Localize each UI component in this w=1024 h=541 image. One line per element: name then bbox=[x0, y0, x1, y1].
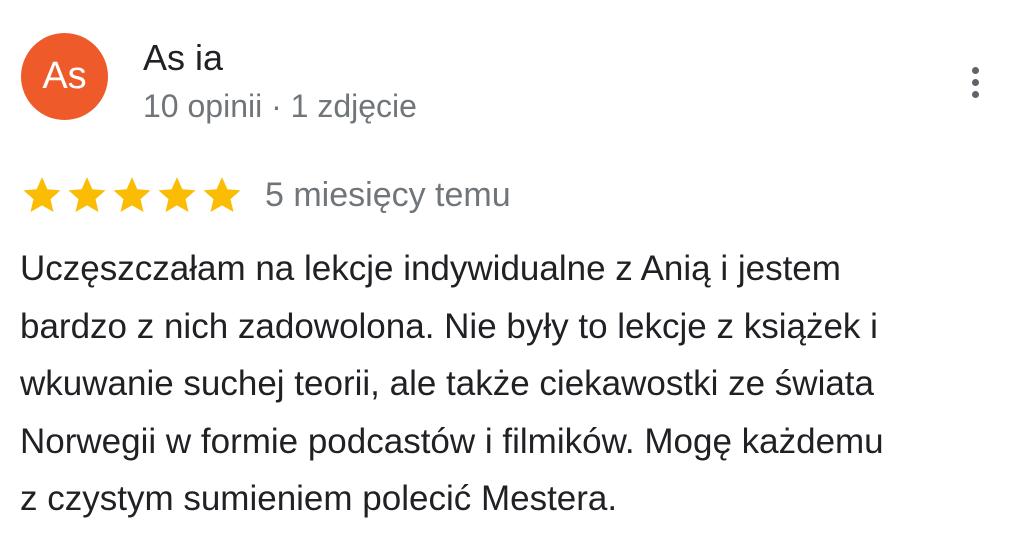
review-date: 5 miesięcy temu bbox=[265, 176, 511, 214]
review-text: Uczęszczałam na lekcje indywidualne z An… bbox=[20, 249, 884, 518]
more-vert-icon bbox=[971, 66, 979, 98]
star-icon bbox=[158, 177, 196, 213]
avatar-initials: As bbox=[42, 55, 87, 97]
star-icon bbox=[23, 177, 61, 213]
author-review-count: 10 opinii · 1 zdjęcie bbox=[143, 88, 417, 124]
author-name[interactable]: As ia bbox=[143, 36, 223, 80]
star-icon bbox=[203, 177, 241, 213]
star-icon bbox=[113, 177, 151, 213]
rating-row: 5 miesięcy temu bbox=[21, 172, 511, 218]
review-card: As As ia 10 opinii · 1 zdjęcie 5 miesięc… bbox=[0, 0, 1024, 541]
star-icon bbox=[68, 177, 106, 213]
star-rating bbox=[21, 174, 243, 216]
avatar[interactable]: As bbox=[21, 33, 108, 120]
more-options-button[interactable] bbox=[950, 58, 1000, 106]
